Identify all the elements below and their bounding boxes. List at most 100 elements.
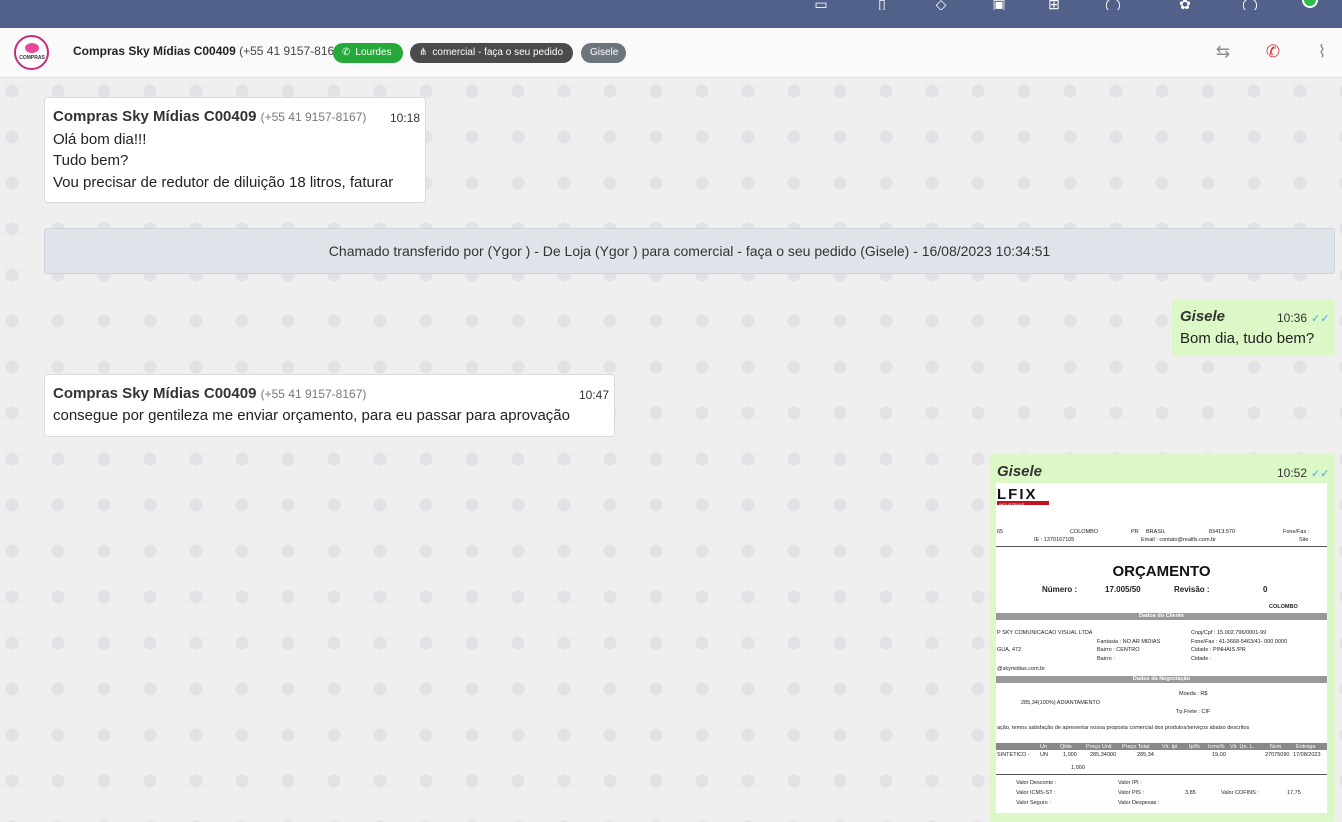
doc-text: 17,75 (1287, 790, 1301, 796)
logo-subtitle: INDUSTRIAIS (999, 502, 1025, 507)
transfer-icon[interactable]: ⇆ (1213, 42, 1233, 62)
queue-tag-label: comercial - faça o seu pedido (432, 47, 564, 58)
message-time-text: 10:36 (1277, 311, 1308, 325)
doc-text: Cidade : PINHAIS /PR (1191, 647, 1246, 653)
table-header: Icms% (1208, 744, 1225, 750)
doc-text: Valor Desconto : (1016, 780, 1057, 786)
doc-text: Fone/Fax : 41-3668-5463/41- 000 0000 (1191, 639, 1288, 645)
avatar-label: COMPRAS (19, 55, 45, 61)
doc-text: Valor Despesas : (1118, 800, 1160, 806)
transfer-notice: Chamado transferido por (Ygor ) - De Loj… (44, 228, 1335, 274)
table-header: Vlr. Un. L. (1230, 744, 1255, 750)
table-cell: 285,34 (1137, 752, 1154, 758)
attachment-icon[interactable]: ⌇ (1312, 42, 1332, 62)
doc-text: Site : (1299, 537, 1312, 543)
chat-icon[interactable]: ▭ (812, 0, 830, 10)
doc-text: Revisão : (1174, 585, 1210, 594)
status-online-icon[interactable] (1302, 0, 1318, 8)
table-header: Ncm (1270, 744, 1282, 750)
app-topbar: ▭ ▯ ◇ ▣ ⊞ ◯ ✿ ◯ (0, 0, 1342, 28)
table-header: Preço Total (1122, 744, 1150, 750)
user-tag-label: Gisele (590, 47, 619, 58)
doc-text: COLOMBO (1070, 529, 1099, 535)
read-receipt-icon: ✓✓ (1311, 468, 1330, 480)
sender-name: Compras Sky Mídias C00409 (53, 385, 257, 402)
contact-phone: (+55 41 9157-8167) (239, 44, 345, 58)
table-cell: 27075090 (1265, 752, 1290, 758)
document-title: ORÇAMENTO (1112, 563, 1211, 580)
sender-phone: (+55 41 9157-8167) (260, 387, 367, 401)
message-time: 10:36 ✓✓ (1277, 311, 1329, 325)
location-icon[interactable]: ◇ (932, 0, 950, 10)
doc-text: Fantasia : NO AR MIDIAS (1097, 639, 1161, 645)
sender-phone: (+55 41 9157-8167) (260, 110, 367, 124)
message-time-text: 10:52 (1277, 466, 1308, 480)
add-icon[interactable]: ⊞ (1045, 0, 1063, 10)
incoming-message[interactable]: Compras Sky Mídias C00409 (+55 41 9157-8… (44, 374, 615, 437)
outgoing-message[interactable]: Gisele 10:36 ✓✓ Bom dia, tudo bem? (1172, 299, 1335, 356)
avatar[interactable]: COMPRAS (14, 35, 49, 70)
message-time: 10:47 (579, 388, 610, 402)
doc-text: 285,34(100%) ADIANTAMENTO (1021, 700, 1100, 706)
divider (996, 774, 1327, 775)
table-header: Un (1040, 744, 1048, 750)
whatsapp-icon: ✆ (342, 47, 351, 58)
doc-text: Valor COFINS : (1221, 790, 1259, 796)
divider (996, 546, 1327, 547)
doc-text: Cidade : (1191, 656, 1212, 662)
table-cell: 1,000 (1071, 765, 1085, 771)
table-cell: 1,000 (1063, 752, 1077, 758)
queue-tag[interactable]: ⋔ comercial - faça o seu pedido (410, 43, 573, 63)
table-header: Ipi% (1189, 744, 1200, 750)
message-sender: Compras Sky Mídias C00409 (+55 41 9157-8… (53, 385, 366, 402)
info-icon[interactable]: ◯ (1104, 0, 1122, 10)
doc-text: 65 (997, 529, 1004, 535)
message-sender: Compras Sky Mídias C00409 (+55 41 9157-8… (53, 108, 366, 125)
hangup-icon[interactable]: ✆ (1263, 42, 1283, 62)
doc-text: Tp.Frete : CIF (1176, 709, 1211, 715)
message-line: Tudo bem? (53, 152, 129, 169)
message-line: Bom dia, tudo bem? (1180, 330, 1315, 347)
doc-text: Valor IPI : (1118, 780, 1142, 786)
read-receipt-icon: ✓✓ (1311, 313, 1330, 325)
user-tag[interactable]: Gisele (581, 43, 626, 63)
settings-icon[interactable]: ✿ (1176, 0, 1194, 10)
table-header: Entrega (1296, 744, 1316, 750)
doc-text: 3,85 (1185, 790, 1196, 796)
doc-text: COLOMBO (1269, 604, 1298, 610)
doc-text: Moeda : R$ (1179, 691, 1208, 697)
message-sender: Gisele (1180, 308, 1226, 325)
table-cell: 19,00 (1212, 752, 1226, 758)
doc-text: Valor PIS : (1118, 790, 1144, 796)
devices-icon[interactable]: ▣ (990, 0, 1008, 10)
doc-text: Fone/Fax : (1283, 529, 1310, 535)
doc-text: PR (1131, 529, 1139, 535)
doc-text: IE : 1370167105 (1034, 537, 1075, 543)
doc-text: Email : contato@realfix.com.br (1141, 537, 1216, 543)
doc-text: ação, temos satisfação de apresentar nos… (997, 725, 1250, 731)
document-preview[interactable]: LFIX INDUSTRIAIS 65 COLOMBO PR BRASIL 83… (996, 483, 1327, 813)
doc-text: Bairro : CENTRO (1097, 647, 1140, 653)
sitemap-icon: ⋔ (419, 47, 428, 58)
table-header: Qtde (1060, 744, 1072, 750)
message-line: Vou precisar de redutor de diluição 18 l… (53, 174, 394, 191)
message-time: 10:52 ✓✓ (1277, 466, 1329, 480)
incoming-message[interactable]: Compras Sky Mídias C00409 (+55 41 9157-8… (44, 97, 426, 203)
avatar-logo-icon (25, 43, 39, 53)
doc-text: BRASIL (1146, 529, 1166, 535)
doc-text: 17.005/50 (1105, 585, 1141, 594)
message-line: consegue por gentileza me enviar orçamen… (53, 407, 570, 424)
items-table-header: Un Qtde Preço Unit Preço Total Vlr. Ipi … (996, 743, 1327, 750)
doc-text: Cnpj/Cpf : 15.002.796/0001-99 (1191, 630, 1267, 636)
contact-name: Compras Sky Mídias C00409 (+55 41 9157-8… (73, 44, 345, 58)
doc-text: Bairro : (1097, 656, 1115, 662)
doc-text: @skymidias.com.br (997, 666, 1046, 672)
document-icon[interactable]: ▯ (873, 0, 891, 10)
sender-name: Compras Sky Mídias C00409 (53, 108, 257, 125)
doc-text: Valor Seguro : (1016, 800, 1051, 806)
message-line: Olá bom dia!!! (53, 131, 147, 148)
doc-text: Número : (1042, 585, 1078, 594)
user-icon[interactable]: ◯ (1241, 0, 1259, 10)
table-cell: 285,34000 (1090, 752, 1116, 758)
agent-tag[interactable]: ✆ Lourdes (333, 43, 403, 63)
